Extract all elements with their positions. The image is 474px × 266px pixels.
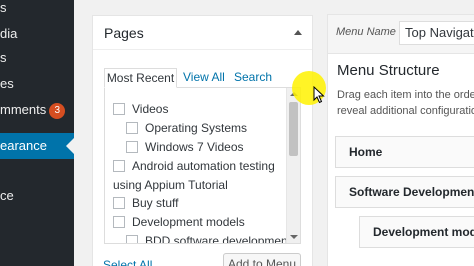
tab-view-all[interactable]: View All — [183, 68, 225, 88]
tab-most-recent[interactable]: Most Recent — [104, 68, 177, 88]
menu-item-software-development[interactable]: Software Development — [335, 176, 474, 208]
tab-search[interactable]: Search — [234, 68, 272, 88]
list-item[interactable]: Development models — [113, 213, 245, 232]
sidebar-item-label: earance — [0, 138, 47, 153]
sidebar-item-label: s — [0, 0, 7, 15]
list-item-label: Windows 7 Videos — [145, 140, 244, 154]
checkbox[interactable] — [113, 197, 125, 209]
select-all-link[interactable]: Select All — [103, 258, 152, 266]
mouse-pointer-icon — [313, 86, 325, 104]
list-scrollbar[interactable] — [286, 88, 300, 243]
menu-structure-description: Drag each item into the order reveal add… — [337, 89, 474, 117]
checkbox[interactable] — [126, 141, 138, 153]
sidebar-item-label: mments — [0, 102, 47, 117]
sidebar-item-label: s — [0, 50, 7, 65]
scrollbar-thumb[interactable] — [289, 102, 298, 156]
list-item-label: BDD software development — [145, 234, 292, 244]
admin-sidebar: s dia s es mments 3 earance ce — [0, 0, 74, 266]
sidebar-item-plugins[interactable]: ce — [0, 183, 74, 209]
add-to-menu-button[interactable]: Add to Menu — [223, 253, 301, 266]
sidebar-item-appearance[interactable]: earance — [0, 133, 74, 159]
menu-name-input[interactable]: Top Navigation — [399, 21, 474, 45]
list-item[interactable]: Videos — [113, 100, 168, 119]
active-indicator-arrow — [66, 137, 74, 155]
sidebar-item-comments[interactable]: mments 3 — [0, 97, 74, 123]
checkbox[interactable] — [113, 160, 125, 172]
menu-name-label: Menu Name — [336, 26, 396, 38]
list-item[interactable]: Android automation testing — [113, 157, 275, 176]
collapse-arrow-icon[interactable] — [294, 30, 302, 35]
list-item-label: Buy stuff — [132, 196, 179, 210]
list-item[interactable]: Operating Systems — [126, 119, 247, 138]
comments-count-badge: 3 — [49, 103, 66, 119]
list-item-label: Videos — [132, 102, 169, 116]
list-item-label: Development models — [132, 215, 245, 229]
sidebar-item-label: ce — [0, 188, 14, 203]
menu-item-home[interactable]: Home — [335, 136, 474, 168]
scroll-down-arrow-icon[interactable] — [290, 235, 298, 239]
checkbox[interactable] — [113, 216, 125, 228]
sidebar-item-posts[interactable]: s — [0, 0, 74, 21]
list-item[interactable]: Buy stuff — [113, 194, 178, 213]
sidebar-item-label: dia — [0, 26, 18, 41]
menu-item-development-models[interactable]: Development models — [359, 216, 474, 248]
checkbox[interactable] — [126, 122, 138, 134]
list-item-label: Android automation testing — [132, 159, 275, 173]
menu-structure-title: Menu Structure — [337, 62, 440, 79]
checkbox[interactable] — [126, 235, 138, 243]
list-item[interactable]: Windows 7 Videos — [126, 138, 244, 157]
list-item-label-continued: using Appium Tutorial — [113, 178, 228, 192]
pages-metabox-title: Pages — [104, 25, 144, 41]
sidebar-item-pages[interactable]: es — [0, 71, 74, 97]
sidebar-item-label: es — [0, 76, 14, 91]
sidebar-item-media[interactable]: dia — [0, 21, 74, 47]
sidebar-item-links[interactable]: s — [0, 45, 74, 71]
pages-metabox-header[interactable]: Pages — [93, 16, 312, 50]
checkbox[interactable] — [113, 103, 125, 115]
list-item-label: Operating Systems — [145, 121, 248, 135]
pages-checklist: Videos Operating Systems Windows 7 Video… — [104, 87, 301, 244]
list-item[interactable]: BDD software development — [126, 232, 292, 244]
